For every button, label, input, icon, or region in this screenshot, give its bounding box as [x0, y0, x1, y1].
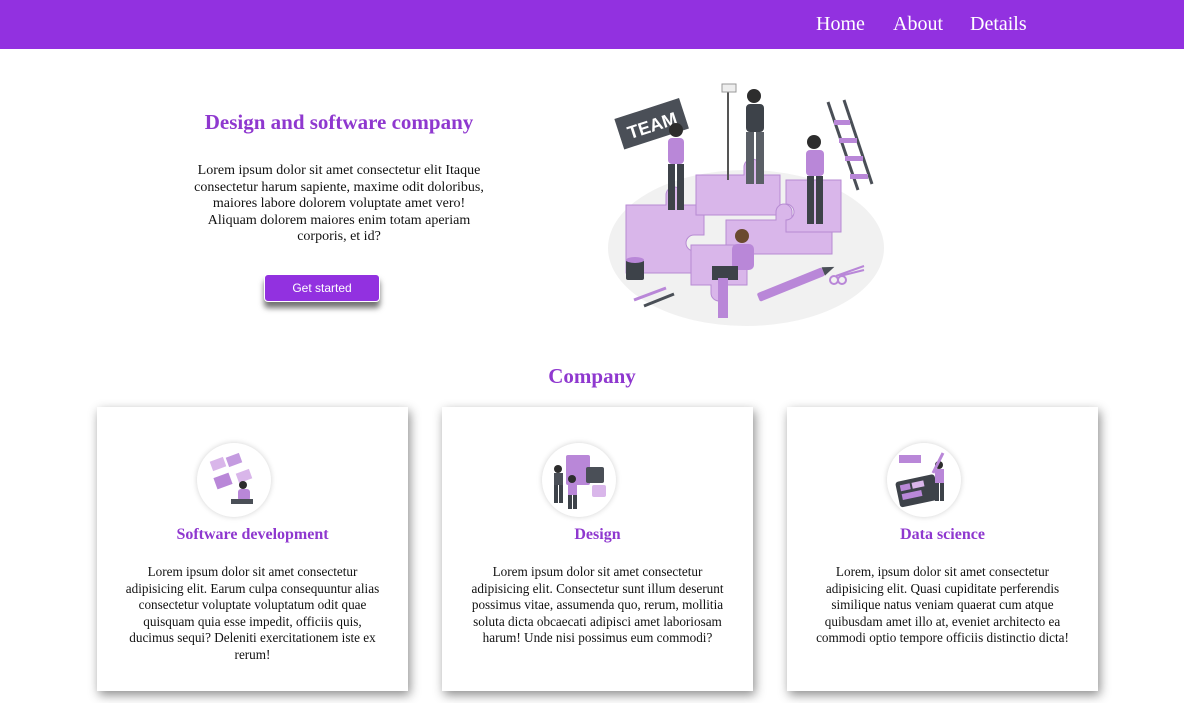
software-development-illustration-icon	[197, 443, 271, 517]
card-title: Software development	[176, 526, 329, 543]
card-design: Design Lorem ipsum dolor sit amet consec…	[442, 407, 753, 691]
hero-title: Design and software company	[204, 110, 474, 134]
card-software-development: Software development Lorem ipsum dolor s…	[97, 407, 408, 691]
get-started-button[interactable]: Get started	[264, 274, 380, 302]
top-navbar: Home About Details	[0, 0, 1184, 49]
design-illustration-icon	[542, 443, 616, 517]
nav-home-link[interactable]: Home	[816, 12, 865, 36]
nav-about-link[interactable]: About	[893, 12, 943, 36]
card-title: Data science	[900, 526, 985, 543]
nav-details-link[interactable]: Details	[970, 12, 1027, 36]
card-title: Design	[574, 526, 621, 543]
card-description: Lorem ipsum dolor sit amet consectetur a…	[125, 564, 380, 662]
card-data-science: Data science Lorem, ipsum dolor sit amet…	[787, 407, 1098, 691]
hero-description: Lorem ipsum dolor sit amet consectetur e…	[194, 163, 484, 245]
team-puzzle-illustration: TEAM	[608, 83, 884, 326]
card-description: Lorem, ipsum dolor sit amet consectetur …	[816, 564, 1069, 646]
company-section-title: Company	[548, 364, 636, 388]
data-science-illustration-icon	[887, 443, 961, 517]
card-description: Lorem ipsum dolor sit amet consectetur a…	[471, 564, 724, 646]
